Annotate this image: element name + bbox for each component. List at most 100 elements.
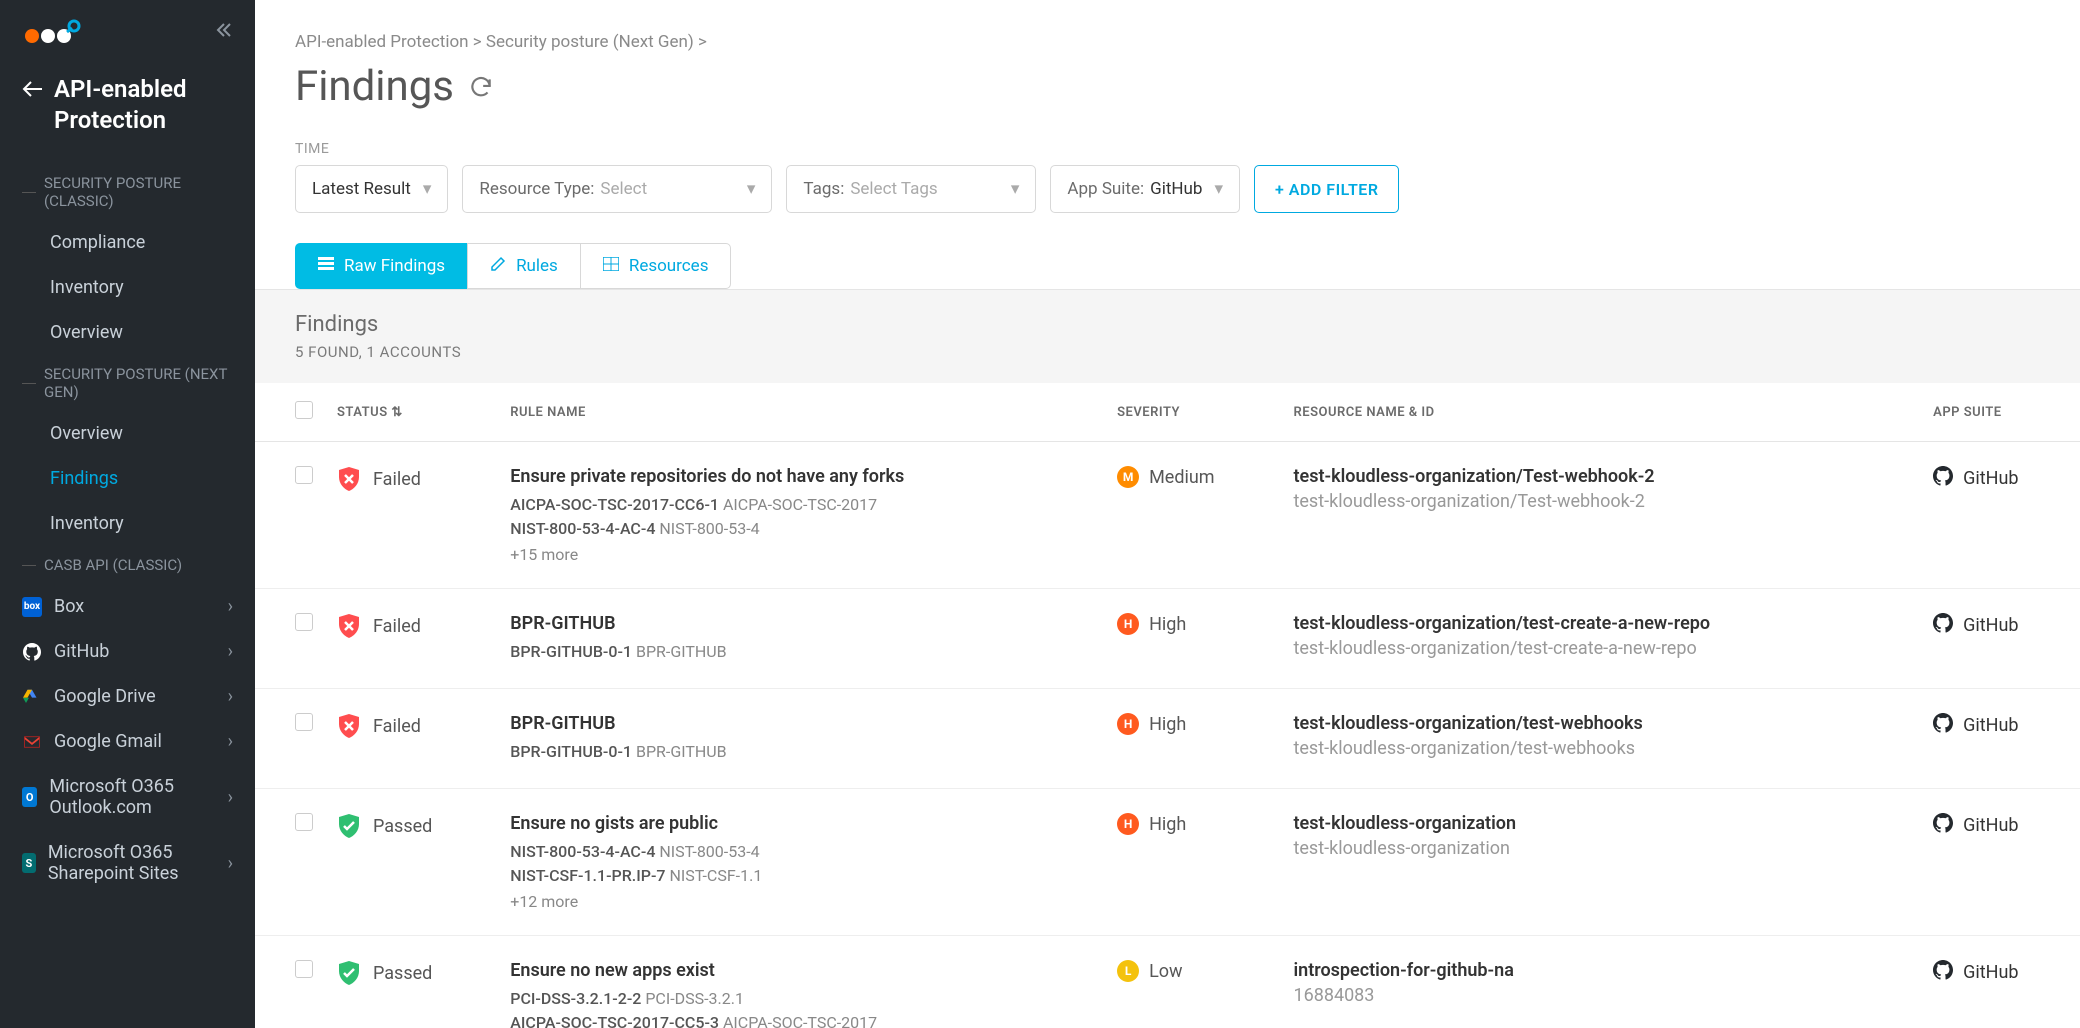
findings-table: STATUS ⇅RULE NAMESEVERITYRESOURCE NAME &…: [255, 383, 2080, 1028]
chevron-down-icon: ▾: [1011, 179, 1020, 199]
panel-title: Findings: [295, 312, 2040, 337]
filter-app-suite[interactable]: App Suite: GitHub ▾: [1050, 165, 1240, 213]
status-cell: Passed: [337, 813, 486, 839]
select-all-checkbox[interactable]: [295, 401, 313, 419]
rule-tags: AICPA-SOC-TSC-2017-CC6-1 AICPA-SOC-TSC-2…: [510, 493, 1093, 541]
chevron-right-icon: ›: [228, 686, 233, 707]
table-row: Failed Ensure private repositories do not…: [255, 442, 2080, 589]
github-icon: [1933, 613, 1953, 638]
severity-badge: L: [1117, 960, 1139, 982]
sidebar-item-google-gmail[interactable]: Google Gmail›: [0, 719, 255, 764]
chevron-right-icon: ›: [228, 787, 233, 808]
chevron-right-icon: ›: [228, 731, 233, 752]
row-checkbox[interactable]: [295, 466, 313, 484]
column-header[interactable]: APP SUITE: [1921, 383, 2080, 442]
sidebar-section-label: SECURITY POSTURE (CLASSIC): [0, 164, 255, 220]
back-arrow-icon[interactable]: [22, 80, 44, 102]
filter-bar: Latest Result ▾ Resource Type: Select ▾ …: [255, 165, 2080, 243]
filter-tags[interactable]: Tags: Select Tags ▾: [786, 165, 1036, 213]
tab-icon: [318, 256, 334, 276]
rule-tags: BPR-GITHUB-0-1 BPR-GITHUB: [510, 740, 1093, 764]
column-header[interactable]: SEVERITY: [1105, 383, 1281, 442]
panel-subtitle: 5 FOUND, 1 ACCOUNTS: [295, 343, 2040, 361]
breadcrumb: API-enabled Protection > Security postur…: [255, 0, 2080, 52]
tab-rules[interactable]: Rules: [467, 243, 581, 289]
resource-id: test-kloudless-organization: [1293, 838, 1909, 859]
sidebar-item-overview[interactable]: Overview: [0, 411, 255, 456]
filter-latest-result[interactable]: Latest Result ▾: [295, 165, 448, 213]
more-link[interactable]: +12 more: [510, 892, 1093, 911]
sidebar-title: API-enabled Protection: [54, 74, 233, 136]
severity: HHigh: [1117, 813, 1269, 835]
rule-title[interactable]: Ensure no gists are public: [510, 813, 1093, 834]
chevron-down-icon: ▾: [1214, 179, 1223, 199]
refresh-icon[interactable]: [468, 62, 494, 111]
tab-resources[interactable]: Resources: [580, 243, 732, 289]
chevron-right-icon: ›: [228, 641, 233, 662]
row-checkbox[interactable]: [295, 713, 313, 731]
status-cell: Failed: [337, 613, 486, 639]
app-suite: GitHub: [1933, 466, 2068, 491]
sort-icon: ⇅: [391, 405, 402, 420]
sidebar-item-findings[interactable]: Findings: [0, 456, 255, 501]
sidebar-item-inventory[interactable]: Inventory: [0, 265, 255, 310]
filter-resource-type[interactable]: Resource Type: Select ▾: [462, 165, 772, 213]
filters-section-label: TIME: [255, 141, 2080, 165]
table-row: FailedBPR-GITHUBBPR-GITHUB-0-1 BPR-GITHU…: [255, 589, 2080, 689]
app-suite: GitHub: [1933, 813, 2068, 838]
resource-name[interactable]: test-kloudless-organization/Test-webhook…: [1293, 466, 1909, 487]
resource-id: 16884083: [1293, 985, 1909, 1006]
status-cell: Failed: [337, 466, 486, 492]
github-icon: [1933, 713, 1953, 738]
status-cell: Failed: [337, 713, 486, 739]
column-header[interactable]: STATUS ⇅: [325, 383, 498, 442]
sidebar-item-microsoft-o365-sharepoint-sites[interactable]: SMicrosoft O365 Sharepoint Sites›: [0, 830, 255, 896]
resource-id: test-kloudless-organization/test-create-…: [1293, 638, 1909, 659]
tab-raw-findings[interactable]: Raw Findings: [295, 243, 468, 289]
sidebar-collapse-icon[interactable]: [215, 22, 233, 42]
resource-name[interactable]: test-kloudless-organization/test-webhook…: [1293, 713, 1909, 734]
row-checkbox[interactable]: [295, 813, 313, 831]
sidebar: API-enabled Protection SECURITY POSTURE …: [0, 0, 255, 1028]
rule-title[interactable]: Ensure private repositories do not have …: [510, 466, 1093, 487]
sidebar-item-inventory[interactable]: Inventory: [0, 501, 255, 546]
sidebar-item-microsoft-o365-outlook.com[interactable]: OMicrosoft O365 Outlook.com›: [0, 764, 255, 830]
main-content: API-enabled Protection > Security postur…: [255, 0, 2080, 1028]
rule-title[interactable]: Ensure no new apps exist: [510, 960, 1093, 981]
severity-badge: M: [1117, 466, 1139, 488]
severity-badge: H: [1117, 813, 1139, 835]
table-row: PassedEnsure no gists are publicNIST-800…: [255, 789, 2080, 936]
resource-name[interactable]: introspection-for-github-na: [1293, 960, 1909, 981]
rule-tags: PCI-DSS-3.2.1-2-2 PCI-DSS-3.2.1AICPA-SOC…: [510, 987, 1093, 1028]
row-checkbox[interactable]: [295, 613, 313, 631]
sidebar-item-box[interactable]: boxBox›: [0, 584, 255, 629]
sidebar-item-github[interactable]: GitHub›: [0, 629, 255, 674]
column-header[interactable]: RULE NAME: [498, 383, 1105, 442]
chevron-down-icon: ▾: [747, 179, 756, 199]
resource-name[interactable]: test-kloudless-organization/test-create-…: [1293, 613, 1909, 634]
page-title: Findings: [295, 62, 454, 111]
add-filter-button[interactable]: + ADD FILTER: [1254, 165, 1399, 213]
findings-panel: Findings 5 FOUND, 1 ACCOUNTS STATUS ⇅RUL…: [255, 289, 2080, 1028]
column-header[interactable]: RESOURCE NAME & ID: [1281, 383, 1921, 442]
github-icon: [1933, 813, 1953, 838]
chevron-down-icon: ▾: [423, 179, 432, 199]
more-link[interactable]: +15 more: [510, 545, 1093, 564]
resource-id: test-kloudless-organization/test-webhook…: [1293, 738, 1909, 759]
rule-title[interactable]: BPR-GITHUB: [510, 713, 1093, 734]
sidebar-item-compliance[interactable]: Compliance: [0, 220, 255, 265]
logo: [22, 18, 82, 46]
sidebar-item-overview[interactable]: Overview: [0, 310, 255, 355]
severity: LLow: [1117, 960, 1269, 982]
tab-icon: [603, 256, 619, 276]
github-icon: [1933, 960, 1953, 985]
github-icon: [1933, 466, 1953, 491]
status-cell: Passed: [337, 960, 486, 986]
row-checkbox[interactable]: [295, 960, 313, 978]
table-row: Failed BPR-GITHUB BPR-GITHUB-0-1 BPR-GITHU…: [255, 689, 2080, 789]
severity-badge: H: [1117, 713, 1139, 735]
severity-badge: H: [1117, 613, 1139, 635]
resource-name[interactable]: test-kloudless-organization: [1293, 813, 1909, 834]
sidebar-item-google-drive[interactable]: Google Drive›: [0, 674, 255, 719]
rule-title[interactable]: BPR-GITHUB: [510, 613, 1093, 634]
